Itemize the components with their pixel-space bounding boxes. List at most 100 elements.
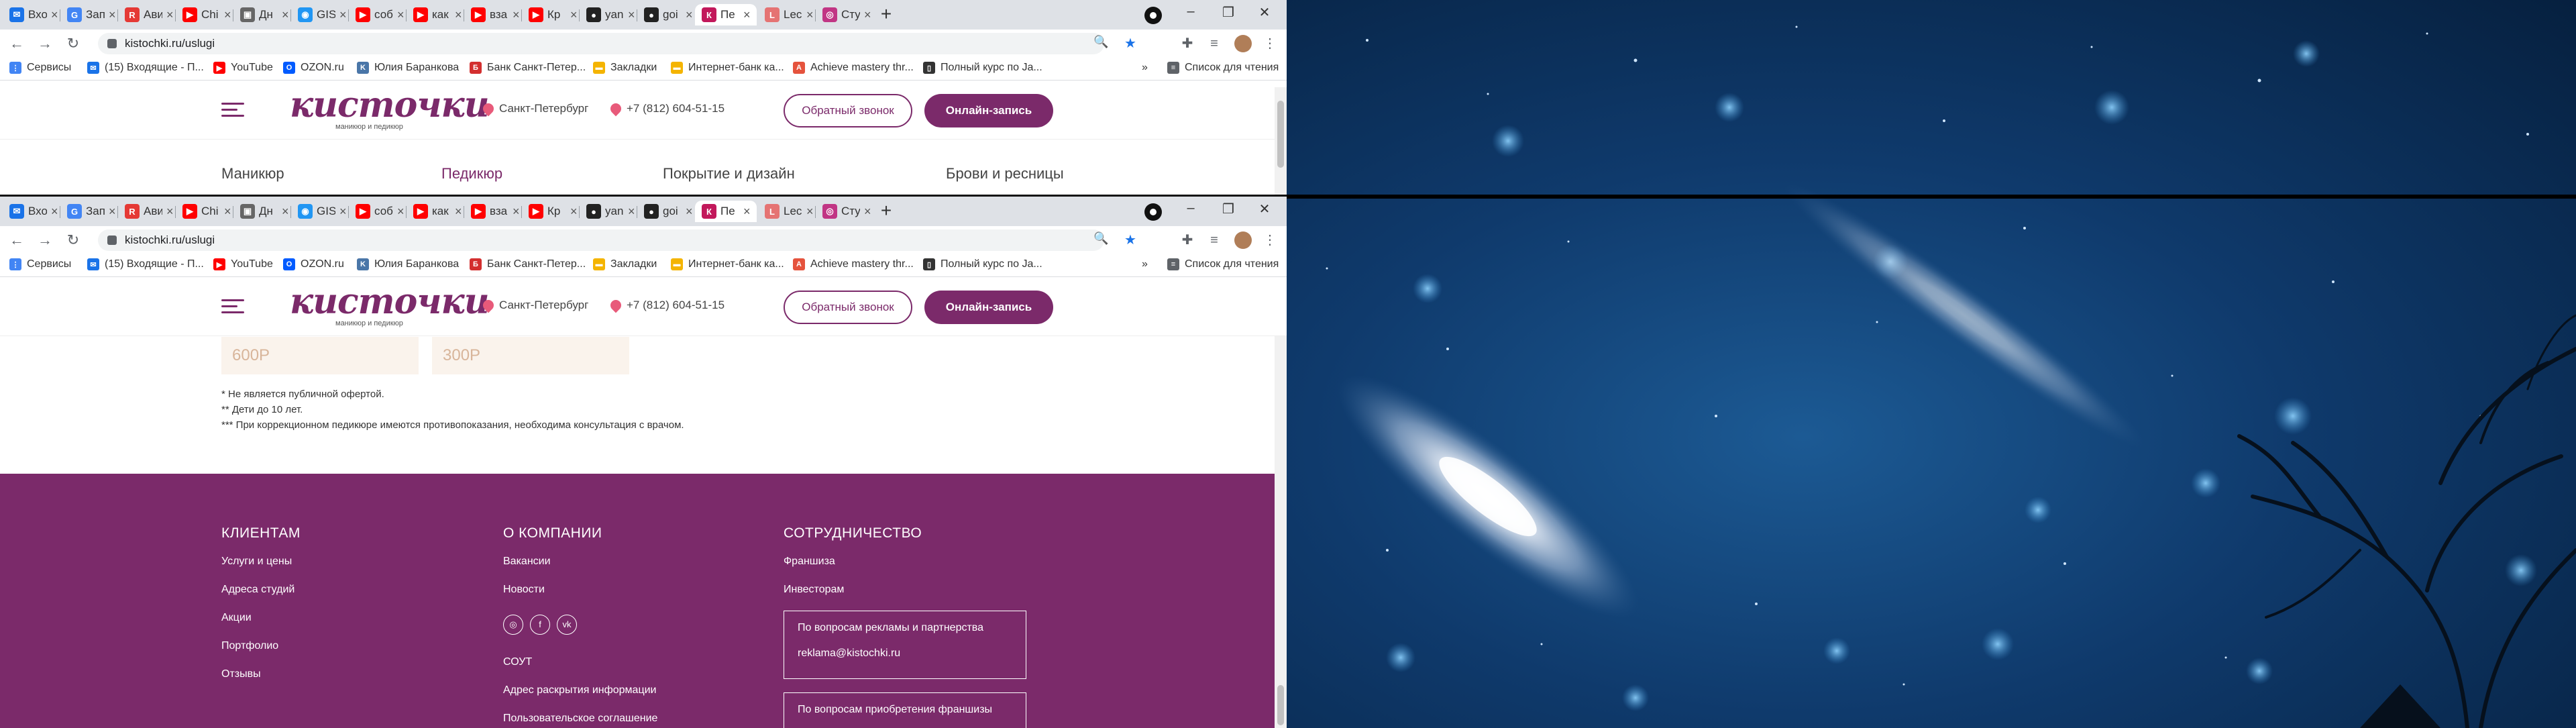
tab[interactable]: G Зап × — [60, 201, 118, 222]
footer-link[interactable]: Новости — [503, 584, 545, 596]
zoom-icon[interactable]: 🔍 — [1093, 231, 1108, 246]
bookmark[interactable]: ▶ YouTube — [213, 62, 273, 74]
scrollbar[interactable] — [1275, 87, 1287, 195]
tab-brows-lashes[interactable]: Брови и ресницы — [946, 165, 1064, 183]
media-icon[interactable]: ≡ — [1204, 230, 1224, 250]
tab[interactable]: ✉ Вхо × — [3, 201, 60, 222]
footer-link[interactable]: Отзывы — [221, 668, 261, 680]
footer-link[interactable]: Акции — [221, 612, 252, 624]
close-icon[interactable]: × — [864, 205, 871, 219]
scrollbar-thumb[interactable] — [1277, 101, 1284, 168]
close-icon[interactable]: × — [513, 8, 520, 22]
tab[interactable]: ▶ Chi × — [176, 4, 233, 25]
media-icon[interactable]: ≡ — [1204, 34, 1224, 54]
address-bar[interactable]: kistochki.ru/uslugi — [98, 33, 1104, 54]
booking-button[interactable]: Онлайн-запись — [924, 291, 1053, 324]
phone-link[interactable]: +7 (812) 604-51-15 — [608, 101, 724, 117]
bookmark-services[interactable]: ⋮ Сервисы — [9, 258, 71, 270]
bookmark[interactable]: Б Банк Санкт-Петер... — [470, 258, 586, 270]
minimize-button[interactable]: – — [1181, 4, 1201, 19]
booking-button[interactable]: Онлайн-запись — [924, 94, 1053, 127]
tab[interactable]: ▶ как × — [407, 4, 464, 25]
city-selector[interactable]: Санкт-Петербург — [480, 297, 588, 313]
bookmark[interactable]: A Achieve mastery thr... — [793, 62, 914, 74]
tab[interactable]: R Ави × — [118, 201, 176, 222]
bookmark[interactable]: A Achieve mastery thr... — [793, 258, 914, 270]
close-icon[interactable]: × — [51, 8, 58, 22]
tab[interactable]: ● yan × — [580, 201, 637, 222]
close-icon[interactable]: × — [224, 205, 231, 219]
bookmark[interactable]: K Юлия Баранкова — [357, 62, 459, 74]
footer-link[interactable]: Адрес раскрытия информации — [503, 684, 657, 696]
close-icon[interactable]: × — [686, 8, 693, 22]
tab[interactable]: ▶ Кр × — [522, 201, 580, 222]
tab[interactable]: ▣ Дн × — [233, 201, 291, 222]
tab[interactable]: L Lec × — [758, 4, 816, 25]
close-icon[interactable]: × — [282, 205, 289, 219]
bookmark[interactable]: ▬ Интернет-банк ка... — [671, 62, 784, 74]
close-icon[interactable]: × — [806, 205, 814, 219]
bookmark[interactable]: ✉ (15) Входящие - П... — [87, 62, 204, 74]
tab[interactable]: ▶ соб × — [349, 4, 407, 25]
bookmark[interactable]: ▯ Полный курс по Ja... — [923, 62, 1042, 74]
close-icon[interactable]: × — [743, 8, 751, 22]
tab[interactable]: G Зап × — [60, 4, 118, 25]
reading-list-button[interactable]: ≡ Список для чтения — [1167, 62, 1279, 74]
bookmark[interactable]: ▯ Полный курс по Ja... — [923, 258, 1042, 270]
avatar[interactable] — [1234, 35, 1252, 52]
reload-icon[interactable]: ↻ — [63, 34, 83, 54]
tab[interactable]: ▶ как × — [407, 201, 464, 222]
menu-icon[interactable]: ⋮ — [1260, 34, 1280, 54]
tab[interactable]: ◎ Сту × — [816, 201, 873, 222]
back-icon[interactable]: ← — [7, 230, 27, 250]
tab[interactable]: ✉ Вхо × — [3, 4, 60, 25]
bookmark[interactable]: ▬ Закладки — [593, 258, 657, 270]
reading-list-button[interactable]: ≡ Список для чтения — [1167, 258, 1279, 270]
new-tab-button[interactable]: + — [876, 5, 896, 25]
bookmark[interactable]: O OZON.ru — [283, 258, 344, 270]
more-bookmarks-button[interactable]: » — [1142, 62, 1148, 74]
tab[interactable]: L Lec × — [758, 201, 816, 222]
back-icon[interactable]: ← — [7, 34, 27, 54]
close-icon[interactable]: × — [397, 205, 405, 219]
tab[interactable]: ● goi × — [637, 4, 695, 25]
tab[interactable]: ◉ GIS × — [291, 201, 349, 222]
close-icon[interactable]: × — [51, 205, 58, 219]
footer-link[interactable]: Услуги и цены — [221, 556, 292, 568]
close-icon[interactable]: × — [743, 205, 751, 219]
contact-email-link[interactable]: reklama@kistochki.ru — [798, 647, 1012, 660]
bookmark[interactable]: O OZON.ru — [283, 62, 344, 74]
bookmark[interactable]: K Юлия Баранкова — [357, 258, 459, 270]
footer-link[interactable]: Инвесторам — [784, 584, 844, 596]
vk-icon[interactable]: vk — [557, 615, 577, 635]
new-tab-button[interactable]: + — [876, 201, 896, 221]
minimize-button[interactable]: – — [1181, 201, 1201, 216]
callback-button[interactable]: Обратный звонок — [784, 94, 912, 127]
zoom-icon[interactable]: 🔍 — [1093, 35, 1108, 49]
close-icon[interactable]: × — [109, 205, 116, 219]
close-icon[interactable]: × — [628, 8, 635, 22]
close-icon[interactable]: × — [109, 8, 116, 22]
hamburger-icon[interactable] — [221, 103, 244, 117]
logo[interactable]: кисточки — [290, 85, 490, 125]
extensions-icon[interactable]: ✚ — [1177, 230, 1197, 250]
instagram-icon[interactable]: ◎ — [503, 615, 523, 635]
close-icon[interactable]: × — [806, 8, 814, 22]
tab[interactable]: ◉ GIS × — [291, 4, 349, 25]
tab[interactable]: ▶ соб × — [349, 201, 407, 222]
tab-coating-design[interactable]: Покрытие и дизайн — [663, 165, 795, 183]
close-icon[interactable]: × — [166, 8, 174, 22]
close-icon[interactable]: × — [166, 205, 174, 219]
tab[interactable]: ▶ Chi × — [176, 201, 233, 222]
tab[interactable]: ▶ вза × — [464, 4, 522, 25]
close-icon[interactable]: × — [455, 205, 462, 219]
menu-icon[interactable]: ⋮ — [1260, 230, 1280, 250]
record-icon[interactable] — [1144, 7, 1162, 24]
close-icon[interactable]: × — [455, 8, 462, 22]
tab[interactable]: ● goi × — [637, 201, 695, 222]
tab[interactable]: ▶ вза × — [464, 201, 522, 222]
tab-active[interactable]: К Пе × — [695, 4, 757, 25]
address-bar[interactable]: kistochki.ru/uslugi — [98, 229, 1104, 251]
close-icon[interactable]: × — [339, 8, 347, 22]
hamburger-icon[interactable] — [221, 299, 244, 314]
